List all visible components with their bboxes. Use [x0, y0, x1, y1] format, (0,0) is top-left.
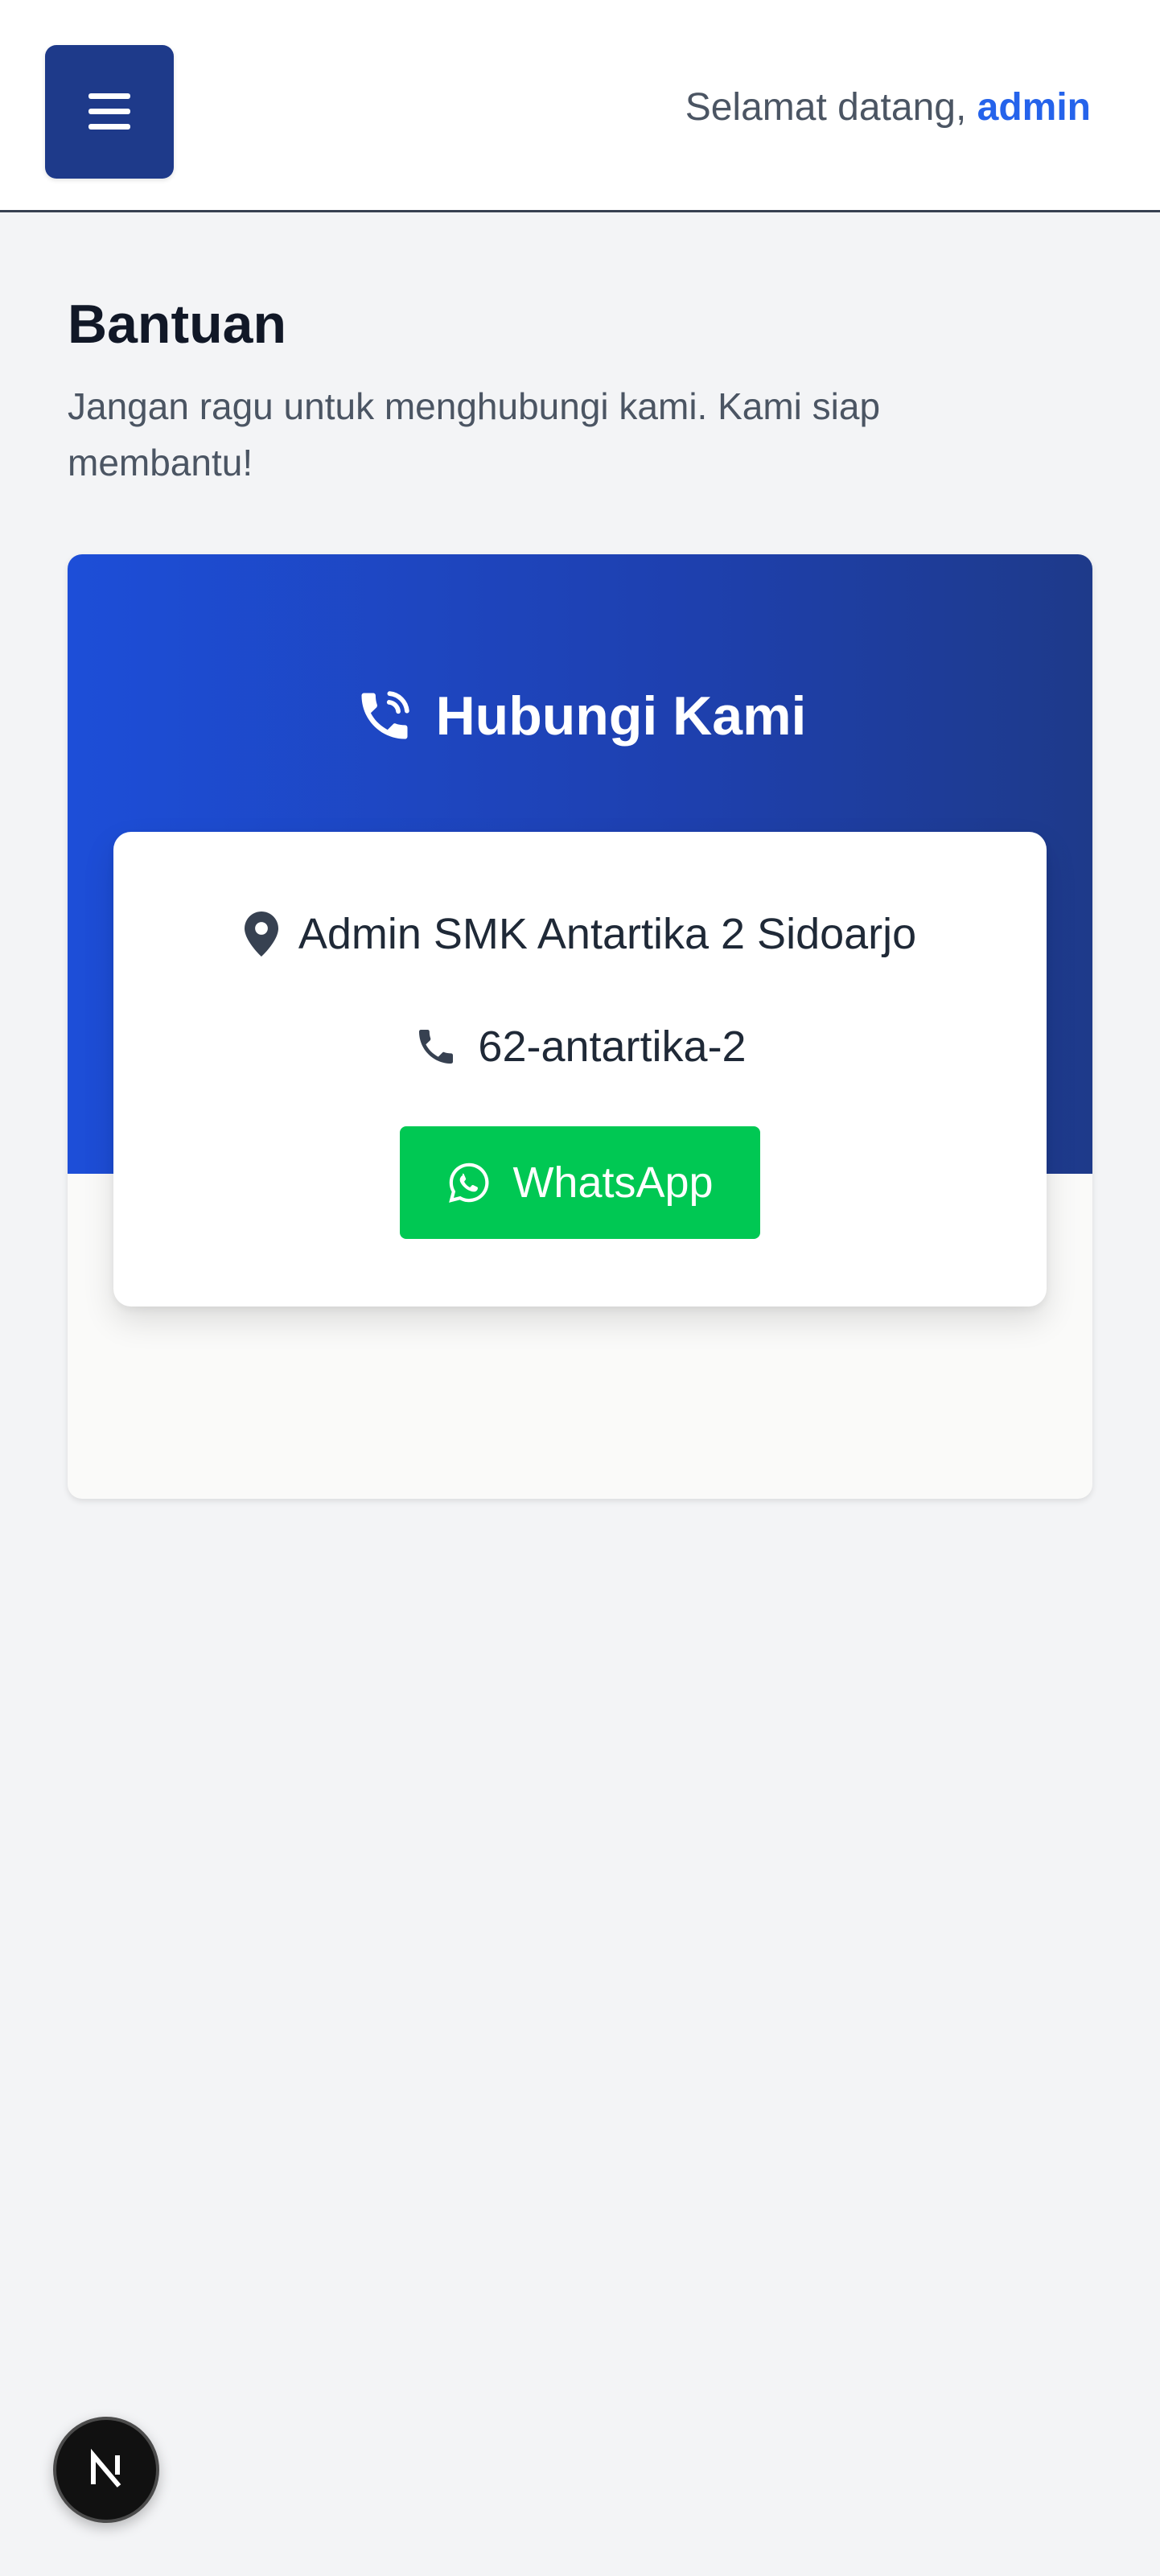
phone-text: 62-antartika-2	[478, 1023, 747, 1071]
nextjs-dev-indicator[interactable]	[53, 2417, 159, 2523]
top-header: Selamat datang, admin	[0, 0, 1160, 212]
whatsapp-icon	[449, 1162, 489, 1203]
address-text: Admin SMK Antartika 2 Sidoarjo	[298, 910, 917, 958]
phone-icon	[419, 1030, 454, 1064]
nextjs-logo-icon	[91, 2448, 121, 2488]
whatsapp-label: WhatsApp	[512, 1158, 714, 1207]
phone-call-icon	[361, 691, 409, 739]
map-pin-icon	[244, 911, 278, 957]
contact-title: Hubungi Kami	[68, 685, 1092, 747]
address-row: Admin SMK Antartika 2 Sidoarjo	[113, 909, 1047, 959]
menu-icon	[88, 93, 130, 130]
menu-toggle-button[interactable]	[45, 45, 174, 179]
page-subtitle: Jangan ragu untuk menghubungi kami. Kami…	[68, 385, 881, 484]
welcome-prefix: Selamat datang,	[685, 86, 967, 129]
contact-info-box: Admin SMK Antartika 2 Sidoarjo 62-antart…	[113, 832, 1047, 1307]
welcome-message: Selamat datang, admin	[685, 85, 1091, 130]
username: admin	[977, 86, 1091, 129]
phone-row: 62-antartika-2	[113, 1022, 1047, 1072]
whatsapp-button[interactable]: WhatsApp	[400, 1126, 760, 1239]
page-title: Bantuan	[68, 294, 286, 355]
contact-title-text: Hubungi Kami	[435, 685, 807, 747]
